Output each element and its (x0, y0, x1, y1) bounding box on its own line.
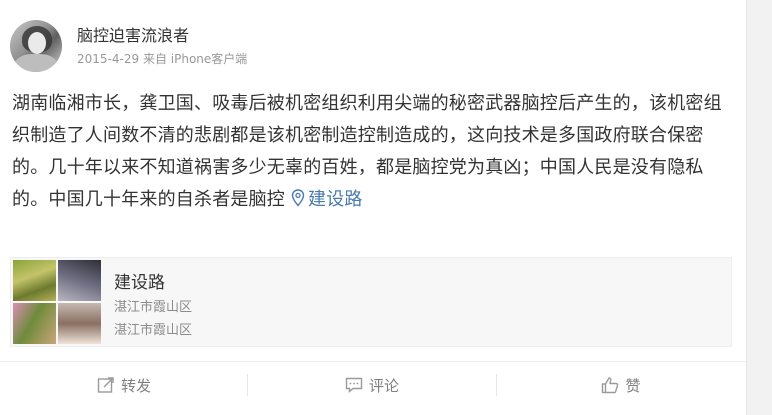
repost-label: 转发 (120, 376, 151, 395)
like-label: 赞 (625, 376, 641, 395)
place-photo[interactable] (13, 303, 56, 344)
place-photo[interactable] (13, 260, 56, 301)
source-prefix: 来自 (142, 52, 167, 66)
post-text: 湖南临湘市长，龚卫国、吸毒后被机密组织利用尖端的秘密武器脑控后产生的，该机密组织… (12, 88, 732, 216)
place-address-secondary: 湛江市霞山区 (114, 323, 193, 338)
action-bar: 转发 评论 赞 (0, 361, 746, 408)
post-meta: 2015-4-29 来自 iPhone客户端 (77, 50, 247, 67)
place-photo[interactable] (58, 260, 101, 301)
place-name[interactable]: 建设路 (114, 268, 165, 293)
avatar-face-shape (28, 32, 46, 54)
place-photo[interactable] (58, 303, 101, 344)
post-timestamp[interactable]: 2015-4-29 (77, 52, 139, 66)
post-body-text: 湖南临湘市长，龚卫国、吸毒后被机密组织利用尖端的秘密武器脑控后产生的，该机密组织… (12, 93, 722, 210)
thumbs-up-icon (602, 377, 619, 394)
avatar[interactable] (10, 20, 62, 72)
map-pin-icon (291, 189, 305, 207)
repost-icon (97, 377, 114, 393)
like-button[interactable]: 赞 (497, 362, 745, 408)
post-source[interactable]: iPhone客户端 (171, 52, 248, 66)
location-link[interactable]: 建设路 (308, 189, 363, 210)
place-address: 湛江市霞山区 (114, 300, 193, 315)
comment-button[interactable]: 评论 (248, 362, 496, 408)
comment-label: 评论 (368, 376, 399, 395)
username-link[interactable]: 脑控迫害流浪者 (77, 22, 189, 46)
weibo-post-card: 脑控迫害流浪者 2015-4-29 来自 iPhone客户端 湖南临湘市长，龚卫… (0, 0, 747, 415)
repost-button[interactable]: 转发 (0, 362, 248, 408)
avatar-body-shape (14, 54, 58, 72)
comment-icon (345, 377, 363, 394)
place-card[interactable]: 建设路 湛江市霞山区 湛江市霞山区 (10, 257, 732, 347)
place-photos (13, 260, 101, 344)
